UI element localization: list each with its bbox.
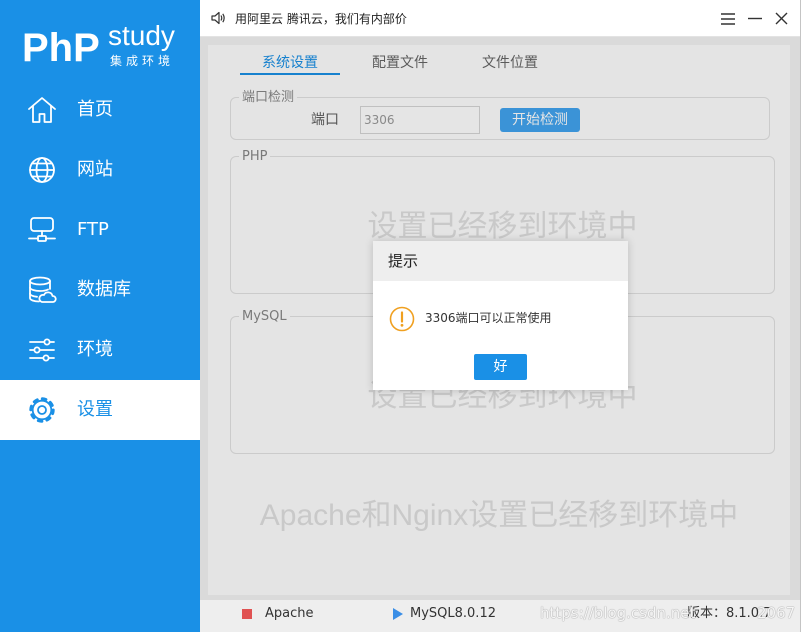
sidebar-item-label: 设置 [77, 399, 113, 420]
home-icon [27, 95, 57, 125]
sidebar-item-home[interactable]: 首页 [0, 80, 200, 140]
logo-sub: study [108, 20, 175, 51]
sidebar-item-label: 首页 [77, 99, 113, 120]
watermark-start: https://blog.csdn.net [540, 604, 696, 622]
globe-icon [27, 155, 57, 185]
dialog-ok-button[interactable]: 好 [474, 354, 527, 380]
sliders-icon [27, 335, 57, 365]
service-apache-label[interactable]: Apache [265, 600, 314, 628]
sidebar-item-ftp[interactable]: FTP [0, 200, 200, 260]
sidebar-item-database[interactable]: 数据库 [0, 260, 200, 320]
logo-main: PhP [22, 26, 100, 70]
warning-icon [389, 306, 415, 332]
close-icon[interactable] [775, 12, 788, 25]
ftp-icon [27, 215, 57, 245]
speaker-icon [210, 10, 226, 26]
logo-tagline: 集成环境 [110, 54, 175, 68]
sidebar-item-label: 数据库 [77, 279, 131, 300]
ad-banner-link[interactable]: 用阿里云 腾讯云，我们有内部价 [235, 10, 407, 28]
sidebar-item-label: FTP [77, 219, 109, 240]
play-triangle-icon[interactable] [393, 608, 403, 620]
minimize-icon[interactable] [748, 17, 762, 20]
alert-dialog: 提示 3306端口可以正常使用 好 [373, 241, 628, 390]
database-icon [27, 275, 57, 305]
stop-square-icon[interactable] [242, 609, 252, 619]
watermark-end: 2067 [757, 604, 796, 622]
sidebar-item-label: 环境 [77, 339, 113, 360]
sidebar-item-settings[interactable]: 设置 [0, 380, 200, 440]
sidebar-item-label: 网站 [77, 159, 113, 180]
sidebar-item-environment[interactable]: 环境 [0, 320, 200, 380]
sidebar: PhP study 集成环境 首页 网站 FTP 数据库 环境 设置 [0, 0, 200, 632]
dialog-title: 提示 [373, 241, 628, 281]
sidebar-item-website[interactable]: 网站 [0, 140, 200, 200]
service-mysql-label[interactable]: MySQL8.0.12 [410, 600, 496, 628]
menu-icon[interactable] [721, 13, 735, 25]
gear-icon [27, 395, 57, 425]
dialog-message: 3306端口可以正常使用 [425, 311, 552, 325]
